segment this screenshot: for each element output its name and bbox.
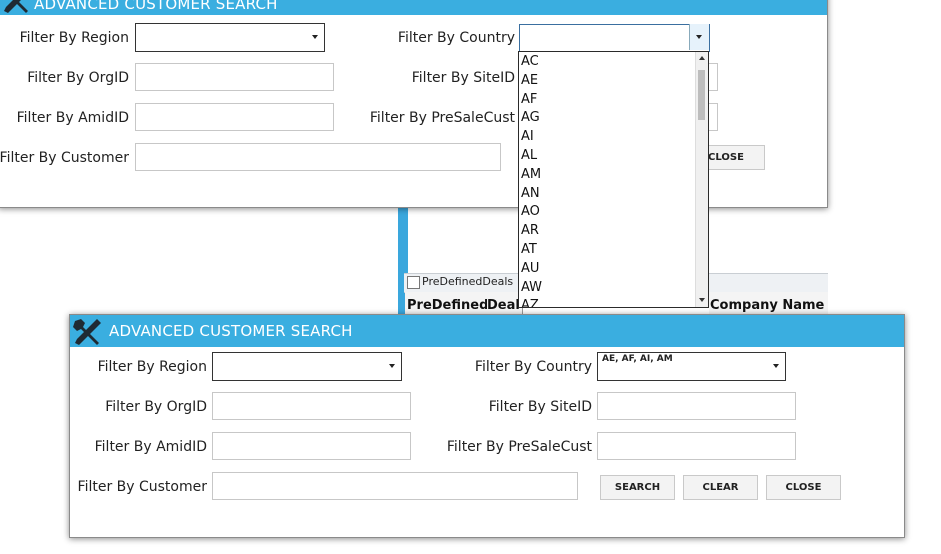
chevron-down-icon [312, 35, 318, 39]
list-item[interactable]: AF [519, 90, 708, 109]
orgid-input[interactable] [212, 392, 411, 420]
list-item[interactable]: AI [519, 127, 708, 146]
customer-input[interactable] [135, 143, 501, 171]
region-label: Filter By Region [19, 30, 129, 46]
siteid-label: Filter By SiteID [411, 70, 515, 86]
amidid-input[interactable] [135, 103, 334, 131]
search-button[interactable]: SEARCH [600, 475, 675, 500]
country-combo[interactable]: AE, AF, AI, AM [597, 352, 786, 381]
region-combo[interactable] [212, 352, 402, 381]
amidid-label: Filter By AmidID [16, 110, 129, 126]
scroll-up-icon[interactable] [699, 56, 705, 60]
list-item[interactable]: AZ [519, 296, 708, 307]
dialog-title: ADVANCED CUSTOMER SEARCH [34, 0, 278, 13]
list-item[interactable]: AE [519, 71, 708, 90]
predefined-deals-label: PreDefinedDeals [422, 275, 514, 288]
clear-button[interactable]: CLEAR [683, 475, 758, 500]
list-item[interactable]: AL [519, 146, 708, 165]
orgid-input[interactable] [135, 63, 334, 91]
bottom-advanced-search-dialog: ADVANCED CUSTOMER SEARCH Filter By Regio… [69, 314, 905, 538]
title-bar: ADVANCED CUSTOMER SEARCH [70, 315, 904, 347]
customer-label: Filter By Customer [0, 150, 129, 166]
presalecust-input[interactable] [597, 432, 796, 460]
chevron-down-icon [389, 364, 395, 368]
list-item[interactable]: AT [519, 240, 708, 259]
country-selected-value: AE, AF, AI, AM [602, 354, 673, 364]
list-item[interactable]: AU [519, 259, 708, 278]
chevron-down-icon [696, 35, 702, 39]
title-bar: ADVANCED CUSTOMER SEARCH [0, 0, 827, 15]
amidid-input[interactable] [212, 432, 411, 460]
predefined-deals-checkbox[interactable] [407, 276, 420, 289]
country-label: Filter By Country [397, 30, 515, 46]
chevron-down-icon [773, 364, 779, 368]
list-item[interactable]: AW [519, 278, 708, 297]
tools-icon [4, 0, 28, 13]
scroll-down-icon[interactable] [699, 298, 705, 302]
presalecust-label: Filter By PreSaleCust [446, 439, 592, 455]
presalecust-label: Filter By PreSaleCust [369, 110, 515, 126]
country-dropdown-toggle[interactable] [689, 24, 709, 50]
customer-label: Filter By Customer [77, 479, 207, 495]
orgid-label: Filter By OrgID [27, 70, 129, 86]
list-item[interactable]: AN [519, 184, 708, 203]
list-item[interactable]: AM [519, 165, 708, 184]
siteid-input[interactable] [597, 392, 796, 420]
region-combo[interactable] [135, 23, 325, 52]
amidid-label: Filter By AmidID [94, 439, 207, 455]
tools-icon [73, 319, 101, 345]
country-dropdown-list[interactable]: AC AE AF AG AI AL AM AN AO AR AT AU AW A… [518, 51, 709, 308]
dialog-title: ADVANCED CUSTOMER SEARCH [109, 322, 353, 340]
region-label: Filter By Region [97, 359, 207, 375]
list-item[interactable]: AO [519, 202, 708, 221]
siteid-label: Filter By SiteID [488, 399, 592, 415]
country-combo[interactable] [519, 24, 710, 52]
customer-input[interactable] [212, 472, 578, 500]
dropdown-scrollbar[interactable] [695, 52, 708, 307]
country-label: Filter By Country [474, 359, 592, 375]
scrollbar-thumb[interactable] [698, 70, 705, 120]
list-item[interactable]: AG [519, 108, 708, 127]
close-button[interactable]: CLOSE [766, 475, 841, 500]
list-item[interactable]: AC [519, 52, 708, 71]
list-item[interactable]: AR [519, 221, 708, 240]
orgid-label: Filter By OrgID [105, 399, 207, 415]
